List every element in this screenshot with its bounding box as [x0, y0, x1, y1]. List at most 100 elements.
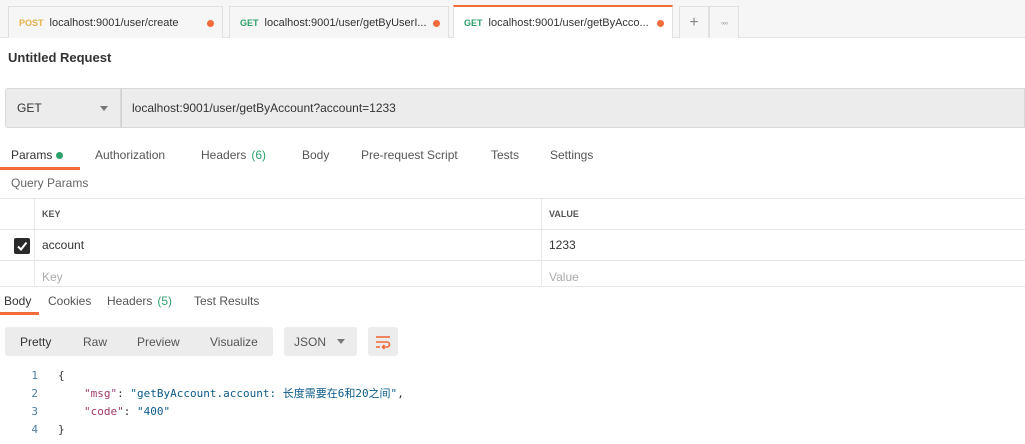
- line-number: 3: [31, 404, 38, 418]
- active-dot-icon: [56, 151, 64, 159]
- code-text: "msg": "getByAccount.account: 长度需要在6和20之…: [84, 387, 404, 400]
- plus-icon: +: [689, 13, 699, 31]
- table-header-row: KEY VALUE: [0, 199, 1025, 230]
- json-key: "msg": [84, 387, 118, 400]
- tab-method: GET: [240, 17, 259, 28]
- view-preview-button[interactable]: Preview: [137, 327, 180, 356]
- param-value-cell[interactable]: 1233: [542, 230, 1025, 260]
- param-value: 1233: [549, 238, 576, 252]
- value-placeholder: Value: [549, 270, 579, 284]
- tab-tests[interactable]: Tests: [491, 140, 519, 170]
- resp-tab-cookies[interactable]: Cookies: [48, 287, 91, 315]
- tab-headers[interactable]: Headers (6): [201, 140, 266, 170]
- tab-bar: POST localhost:9001/user/create GET loca…: [0, 0, 1025, 38]
- query-params-table: KEY VALUE account 1233 Key Value: [0, 198, 1025, 285]
- json-key: "code": [84, 404, 124, 418]
- view-visualize-button[interactable]: Visualize: [210, 327, 258, 356]
- param-checkbox[interactable]: [14, 238, 30, 254]
- unsaved-dot-icon: [433, 20, 440, 27]
- row-check-cell: [0, 230, 35, 260]
- value-column-header: VALUE: [542, 199, 1025, 229]
- code-text: "code": "400": [84, 404, 171, 418]
- url-input[interactable]: localhost:9001/user/getByAccount?account…: [121, 88, 1025, 128]
- tab-url: localhost:9001/user/create: [49, 16, 179, 29]
- line-number: 1: [31, 368, 38, 382]
- view-raw-button[interactable]: Raw: [83, 327, 107, 356]
- param-key: account: [42, 238, 85, 252]
- param-key-cell[interactable]: account: [35, 230, 542, 260]
- json-value: "getByAccount.account: 长度需要在6和20之间": [130, 387, 398, 400]
- code-text: {: [58, 368, 65, 382]
- resp-tab-body-label: Body: [4, 294, 32, 308]
- tab-method: GET: [464, 17, 483, 28]
- chevron-down-icon: [100, 106, 108, 111]
- resp-tab-headers-label: Headers: [107, 294, 153, 308]
- new-key-input[interactable]: Key: [35, 261, 542, 285]
- tab-settings-label: Settings: [550, 148, 594, 162]
- unsaved-dot-icon: [207, 20, 214, 27]
- key-column-header: KEY: [35, 199, 542, 229]
- resp-tab-cookies-label: Cookies: [48, 294, 92, 308]
- active-tab-indicator: [0, 167, 80, 170]
- view-pretty-button[interactable]: Pretty: [20, 327, 51, 356]
- value-header-label: VALUE: [549, 209, 579, 219]
- json-value: "400": [137, 404, 171, 418]
- query-params-label: Query Params: [11, 176, 89, 190]
- table-row: account 1233: [0, 230, 1025, 261]
- checkmark-icon: [17, 241, 28, 252]
- format-select[interactable]: JSON: [284, 327, 357, 356]
- request-title[interactable]: Untitled Request: [8, 50, 111, 65]
- headers-count: (6): [251, 148, 267, 162]
- unsaved-dot-icon: [657, 20, 664, 27]
- view-preview-label: Preview: [137, 334, 180, 349]
- request-tab-2[interactable]: GET localhost:9001/user/getByUserI...: [229, 6, 449, 38]
- code-line: 3 "code": "400": [0, 402, 1025, 420]
- resp-tab-test-results[interactable]: Test Results: [194, 287, 259, 315]
- view-visualize-label: Visualize: [210, 334, 258, 349]
- method-select[interactable]: GET: [5, 88, 121, 128]
- tab-body[interactable]: Body: [302, 140, 329, 170]
- request-tab-3[interactable]: GET localhost:9001/user/getByAcco...: [453, 5, 673, 38]
- response-tabs: Body Cookies Headers (5) Test Results: [0, 286, 1025, 314]
- chevron-down-icon: [337, 339, 345, 344]
- request-tabs: Params Authorization Headers (6) Body Pr…: [0, 140, 1025, 170]
- tab-settings[interactable]: Settings: [550, 140, 593, 170]
- resp-tab-body[interactable]: Body: [4, 287, 31, 315]
- new-param-row: Key Value: [0, 261, 1025, 285]
- tab-prerequest-script[interactable]: Pre-request Script: [361, 140, 458, 170]
- new-value-input[interactable]: Value: [542, 261, 1025, 285]
- view-mode-group: Pretty Raw Preview Visualize: [5, 327, 273, 356]
- check-column-header: [0, 199, 35, 229]
- resp-tab-headers[interactable]: Headers (5): [107, 287, 172, 315]
- view-raw-label: Raw: [83, 334, 108, 349]
- method-value: GET: [17, 101, 42, 115]
- tab-prerequest-label: Pre-request Script: [361, 148, 458, 162]
- line-number: 4: [31, 422, 38, 436]
- key-header-label: KEY: [42, 209, 61, 219]
- request-tab-1[interactable]: POST localhost:9001/user/create: [8, 6, 223, 38]
- wrap-lines-icon: [376, 335, 391, 350]
- resp-tab-test-results-label: Test Results: [194, 294, 260, 308]
- tab-authorization-label: Authorization: [95, 148, 166, 162]
- resp-headers-count: (5): [157, 294, 173, 308]
- row-check-cell: [0, 261, 35, 285]
- tab-params-label: Params: [11, 148, 53, 162]
- tab-tests-label: Tests: [491, 148, 520, 162]
- active-resp-tab-indicator: [0, 312, 39, 315]
- tab-method: POST: [19, 17, 44, 28]
- key-placeholder: Key: [42, 270, 63, 284]
- tab-url: localhost:9001/user/getByAcco...: [488, 16, 649, 29]
- tab-authorization[interactable]: Authorization: [95, 140, 165, 170]
- code-line: 4 }: [0, 420, 1025, 438]
- code-text: }: [58, 422, 65, 436]
- tab-headers-label: Headers: [201, 148, 247, 162]
- line-number: 2: [31, 386, 38, 400]
- wrap-lines-button[interactable]: [368, 327, 398, 356]
- tab-params[interactable]: Params: [11, 140, 64, 170]
- format-value: JSON: [294, 334, 327, 349]
- add-tab-button[interactable]: +: [679, 6, 709, 38]
- tab-url: localhost:9001/user/getByUserI...: [264, 16, 427, 29]
- tab-body-label: Body: [302, 148, 330, 162]
- more-tabs-button[interactable]: ◦◦◦: [709, 6, 739, 38]
- code-line: 1 {: [0, 366, 1025, 384]
